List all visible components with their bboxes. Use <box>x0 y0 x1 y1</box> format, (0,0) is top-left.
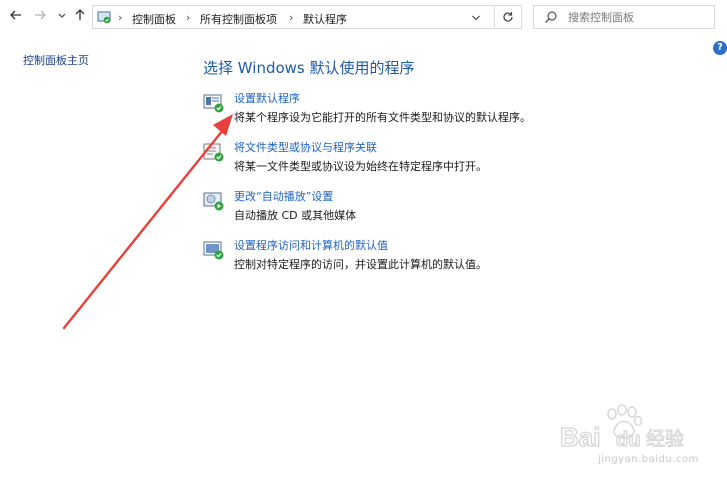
control-panel-home-link[interactable]: 控制面板主页 <box>23 52 89 68</box>
watermark-url: jingyan.baidu.com <box>598 454 699 465</box>
item-description: 将某一文件类型或协议设为始终在特定程序中打开。 <box>234 160 487 173</box>
address-bar[interactable]: › 控制面板 › 所有控制面板项 › 默认程序 <box>92 5 522 29</box>
set-default-programs-link[interactable]: 设置默认程序 <box>234 90 300 106</box>
autoplay-icon <box>203 192 224 211</box>
file-association-link[interactable]: 将文件类型或协议与程序关联 <box>234 139 377 155</box>
search-input[interactable] <box>568 9 708 25</box>
chevron-down-icon <box>58 13 66 18</box>
arrow-left-icon <box>10 10 21 20</box>
list-item: 设置默认程序 将某个程序设为它能打开的所有文件类型和协议的默认程序。 <box>203 90 603 130</box>
page-title: 选择 Windows 默认使用的程序 <box>203 59 415 77</box>
baidu-watermark-logo: Bai du 经验 <box>560 404 685 453</box>
program-access-icon <box>203 241 224 260</box>
list-item: 将文件类型或协议与程序关联 将某一文件类型或协议设为始终在特定程序中打开。 <box>203 139 603 179</box>
arrow-right-icon <box>35 10 46 20</box>
search-icon <box>545 11 557 23</box>
svg-text:经验: 经验 <box>646 428 684 450</box>
default-programs-icon <box>203 94 224 113</box>
breadcrumb-control-panel[interactable]: 控制面板 <box>132 11 176 27</box>
recent-locations-button[interactable] <box>54 8 70 24</box>
breadcrumb-all-items[interactable]: 所有控制面板项 <box>200 11 277 27</box>
refresh-icon <box>503 12 513 22</box>
breadcrumb-separator: › <box>118 11 123 24</box>
search-box[interactable] <box>533 5 715 29</box>
breadcrumb-separator: › <box>289 11 294 24</box>
item-description: 将某个程序设为它能打开的所有文件类型和协议的默认程序。 <box>234 111 531 124</box>
up-button[interactable] <box>72 8 88 24</box>
list-item: 设置程序访问和计算机的默认值 控制对特定程序的访问，并设置此计算机的默认值。 <box>203 237 603 277</box>
navigation-bar: › 控制面板 › 所有控制面板项 › 默认程序 <box>0 0 727 34</box>
file-association-icon <box>203 143 224 162</box>
breadcrumb-separator: › <box>186 11 191 24</box>
chevron-down-icon <box>472 15 480 21</box>
list-item: 更改“自动播放”设置 自动播放 CD 或其他媒体 <box>203 188 603 228</box>
item-description: 控制对特定程序的访问，并设置此计算机的默认值。 <box>234 258 487 271</box>
control-panel-icon <box>97 11 111 24</box>
refresh-button[interactable] <box>494 5 522 29</box>
autoplay-settings-link[interactable]: 更改“自动播放”设置 <box>234 188 333 204</box>
address-dropdown-button[interactable] <box>471 13 481 26</box>
arrow-up-icon <box>75 9 85 20</box>
program-access-defaults-link[interactable]: 设置程序访问和计算机的默认值 <box>234 237 388 253</box>
breadcrumb-default-programs[interactable]: 默认程序 <box>303 11 347 27</box>
svg-text:du: du <box>616 429 640 451</box>
forward-button[interactable] <box>32 8 48 24</box>
svg-text:Bai: Bai <box>560 422 600 452</box>
back-button[interactable] <box>8 8 24 24</box>
help-icon[interactable]: ? <box>713 41 727 55</box>
item-description: 自动播放 CD 或其他媒体 <box>234 209 357 222</box>
